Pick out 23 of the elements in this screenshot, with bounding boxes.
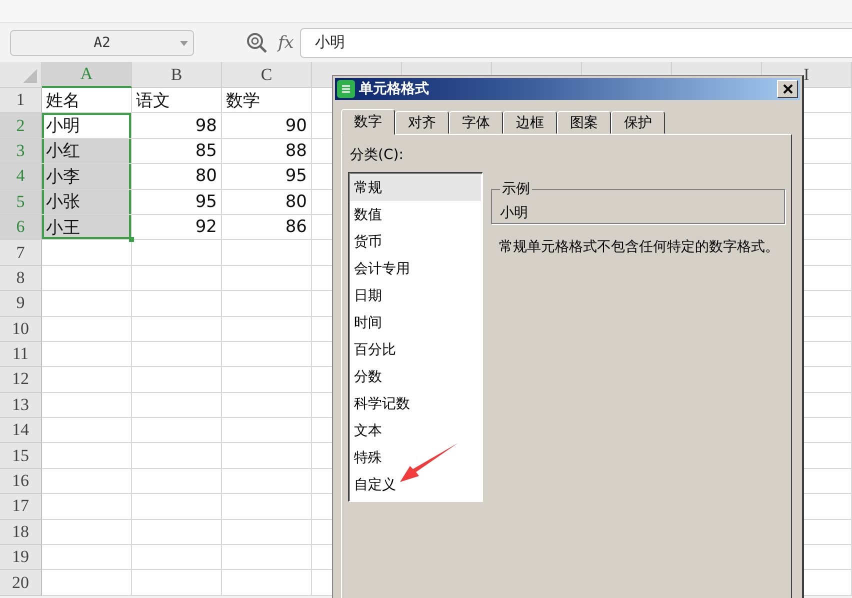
table-cell: 小明 bbox=[42, 113, 132, 139]
table-cell: 小红 bbox=[42, 138, 132, 164]
table-cell: 98 bbox=[132, 113, 222, 139]
dialog-title: 单元格格式 bbox=[359, 80, 430, 98]
category-label: 分类(C): bbox=[350, 146, 404, 164]
table-cell: 86 bbox=[222, 214, 312, 240]
table-cell: 小张 bbox=[42, 190, 132, 215]
sample-legend: 示例 bbox=[500, 180, 532, 198]
table-cell: 语文 bbox=[132, 88, 222, 114]
table-cell: 92 bbox=[132, 214, 222, 240]
table-cell: 小王 bbox=[42, 214, 132, 240]
table-cell: 80 bbox=[132, 164, 222, 190]
table-cell: 80 bbox=[222, 190, 312, 215]
table-cell: 85 bbox=[132, 138, 222, 164]
table-cell: 95 bbox=[132, 190, 222, 215]
format-description: 常规单元格格式不包含任何特定的数字格式。 bbox=[499, 238, 779, 257]
sample-value: 小明 bbox=[500, 205, 528, 221]
table-cell: 小李 bbox=[42, 164, 132, 190]
table-cell: 95 bbox=[222, 164, 312, 190]
table-cell: 姓名 bbox=[42, 88, 132, 114]
table-cell: 90 bbox=[222, 113, 312, 139]
table-cell: 88 bbox=[222, 138, 312, 164]
table-cell: 数学 bbox=[222, 88, 312, 114]
